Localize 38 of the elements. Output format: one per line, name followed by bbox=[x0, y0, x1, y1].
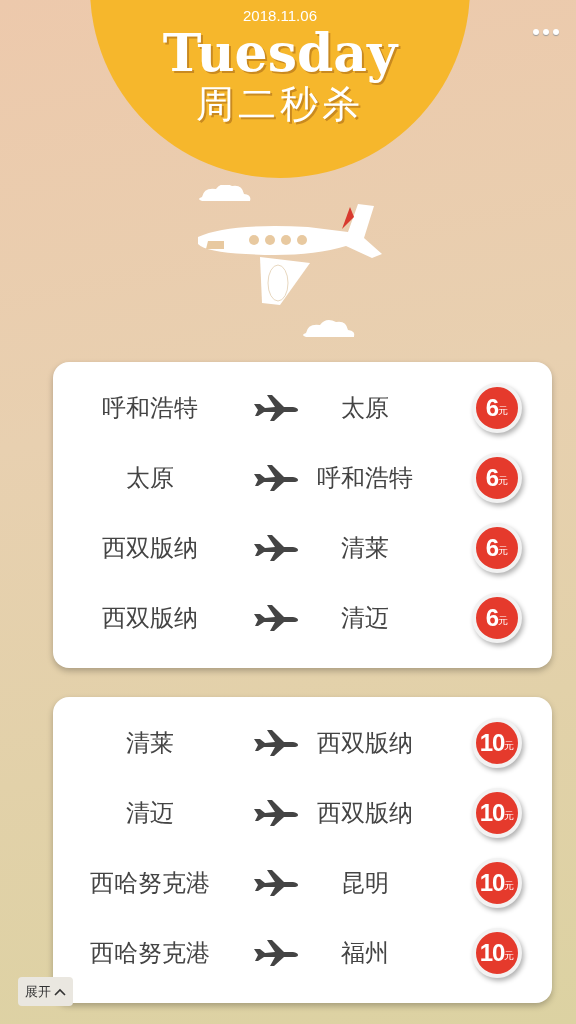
destination-city: 清迈 bbox=[341, 603, 389, 634]
expand-button[interactable]: 展开 bbox=[18, 977, 73, 1006]
origin-city: 清迈 bbox=[126, 798, 174, 829]
price-badge[interactable]: 10元 bbox=[472, 718, 522, 768]
airplane-icon bbox=[252, 799, 298, 827]
price-badge[interactable]: 6元 bbox=[472, 383, 522, 433]
price-badge[interactable]: 6元 bbox=[472, 523, 522, 573]
destination-city: 太原 bbox=[341, 393, 389, 424]
origin-city: 太原 bbox=[126, 463, 174, 494]
origin-city: 清莱 bbox=[126, 728, 174, 759]
origin-city: 西双版纳 bbox=[102, 603, 198, 634]
airplane-icon bbox=[252, 869, 298, 897]
caret-up-icon bbox=[54, 987, 66, 996]
price-badge[interactable]: 10元 bbox=[472, 788, 522, 838]
destination-city: 西双版纳 bbox=[317, 728, 413, 759]
destination-city: 福州 bbox=[341, 938, 389, 969]
airplane-icon bbox=[252, 939, 298, 967]
airplane-icon bbox=[252, 604, 298, 632]
origin-city: 呼和浩特 bbox=[102, 393, 198, 424]
destination-city: 清莱 bbox=[341, 533, 389, 564]
banner-date: 2018.11.06 bbox=[243, 8, 317, 24]
airplane-icon bbox=[252, 534, 298, 562]
destination-city: 呼和浩特 bbox=[317, 463, 413, 494]
banner-title: Tuesday bbox=[162, 24, 398, 82]
destination-city: 昆明 bbox=[341, 868, 389, 899]
airplane-icon bbox=[252, 394, 298, 422]
price-badge[interactable]: 10元 bbox=[472, 858, 522, 908]
airplane-icon bbox=[252, 464, 298, 492]
origin-city: 西双版纳 bbox=[102, 533, 198, 564]
airplane-icon bbox=[252, 729, 298, 757]
price-badge[interactable]: 10元 bbox=[472, 928, 522, 978]
origin-city: 西哈努克港 bbox=[90, 868, 210, 899]
banner-subtitle: 周二秒杀 bbox=[196, 82, 364, 126]
destination-city: 西双版纳 bbox=[317, 798, 413, 829]
price-badge[interactable]: 6元 bbox=[472, 593, 522, 643]
origin-city: 西哈努克港 bbox=[90, 938, 210, 969]
more-icon[interactable] bbox=[533, 29, 559, 35]
price-badge[interactable]: 6元 bbox=[472, 453, 522, 503]
